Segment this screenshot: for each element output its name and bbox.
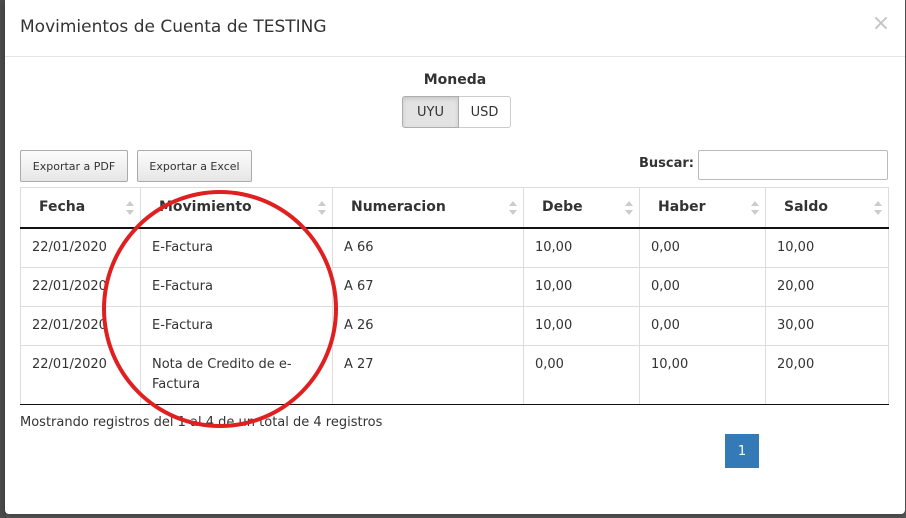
movements-table: Fecha Movimiento Numeracion Debe Haber S… <box>20 187 889 405</box>
sort-icon <box>751 201 759 215</box>
export-pdf-button[interactable]: Exportar a PDF <box>20 150 128 182</box>
cell-debe: 0,00 <box>523 344 640 405</box>
cell-saldo: 20,00 <box>765 266 889 306</box>
currency-toggle: UYU USD <box>402 96 511 128</box>
column-header-debe[interactable]: Debe <box>523 187 640 229</box>
account-movements-modal: Movimientos de Cuenta de TESTING × Moned… <box>5 0 905 514</box>
cell-saldo: 30,00 <box>765 305 889 345</box>
cell-haber: 0,00 <box>639 305 766 345</box>
column-header-haber[interactable]: Haber <box>639 187 766 229</box>
column-header-fecha[interactable]: Fecha <box>20 187 141 229</box>
close-icon: × <box>871 11 891 36</box>
cell-debe: 10,00 <box>523 227 640 267</box>
cell-debe: 10,00 <box>523 266 640 306</box>
table-info-text: Mostrando registros del 1 al 4 de un tot… <box>20 415 383 430</box>
cell-movimiento: E-Factura <box>140 305 333 345</box>
table-row: 22/01/2020 E-Factura A 66 10,00 0,00 10,… <box>20 227 889 267</box>
currency-label: Moneda <box>423 72 487 88</box>
sort-icon <box>318 201 326 215</box>
cell-fecha: 22/01/2020 <box>20 227 141 267</box>
column-header-saldo[interactable]: Saldo <box>765 187 889 229</box>
cell-movimiento: E-Factura <box>140 227 333 267</box>
column-header-movimiento[interactable]: Movimiento <box>140 187 333 229</box>
cell-movimiento: E-Factura <box>140 266 333 306</box>
cell-haber: 0,00 <box>639 266 766 306</box>
cell-numeracion: A 66 <box>332 227 524 267</box>
table-row: 22/01/2020 Nota de Credito de e-Factura … <box>20 344 889 405</box>
currency-option-usd[interactable]: USD <box>459 96 511 128</box>
cell-saldo: 10,00 <box>765 227 889 267</box>
cell-fecha: 22/01/2020 <box>20 305 141 345</box>
modal-header: Movimientos de Cuenta de TESTING × <box>5 0 905 57</box>
cell-numeracion: A 26 <box>332 305 524 345</box>
table-row: 22/01/2020 E-Factura A 26 10,00 0,00 30,… <box>20 305 889 345</box>
search-input[interactable] <box>698 150 888 180</box>
export-excel-button[interactable]: Exportar a Excel <box>137 150 252 182</box>
cell-debe: 10,00 <box>523 305 640 345</box>
cell-haber: 10,00 <box>639 344 766 405</box>
pagination-page-1[interactable]: 1 <box>725 434 759 468</box>
table-header-row: Fecha Movimiento Numeracion Debe Haber S… <box>20 187 889 229</box>
close-button[interactable]: × <box>869 12 893 36</box>
table-row: 22/01/2020 E-Factura A 67 10,00 0,00 20,… <box>20 266 889 306</box>
currency-option-uyu[interactable]: UYU <box>402 96 459 128</box>
sort-icon <box>874 201 882 215</box>
cell-numeracion: A 67 <box>332 266 524 306</box>
sort-icon <box>126 201 134 215</box>
search-label: Buscar: <box>639 156 694 171</box>
sort-icon <box>509 201 517 215</box>
column-header-numeracion[interactable]: Numeracion <box>332 187 524 229</box>
sort-icon <box>625 201 633 215</box>
cell-fecha: 22/01/2020 <box>20 266 141 306</box>
cell-saldo: 20,00 <box>765 344 889 405</box>
cell-fecha: 22/01/2020 <box>20 344 141 405</box>
cell-numeracion: A 27 <box>332 344 524 405</box>
modal-title: Movimientos de Cuenta de TESTING <box>20 17 327 37</box>
cell-haber: 0,00 <box>639 227 766 267</box>
cell-movimiento: Nota de Credito de e-Factura <box>140 344 333 405</box>
